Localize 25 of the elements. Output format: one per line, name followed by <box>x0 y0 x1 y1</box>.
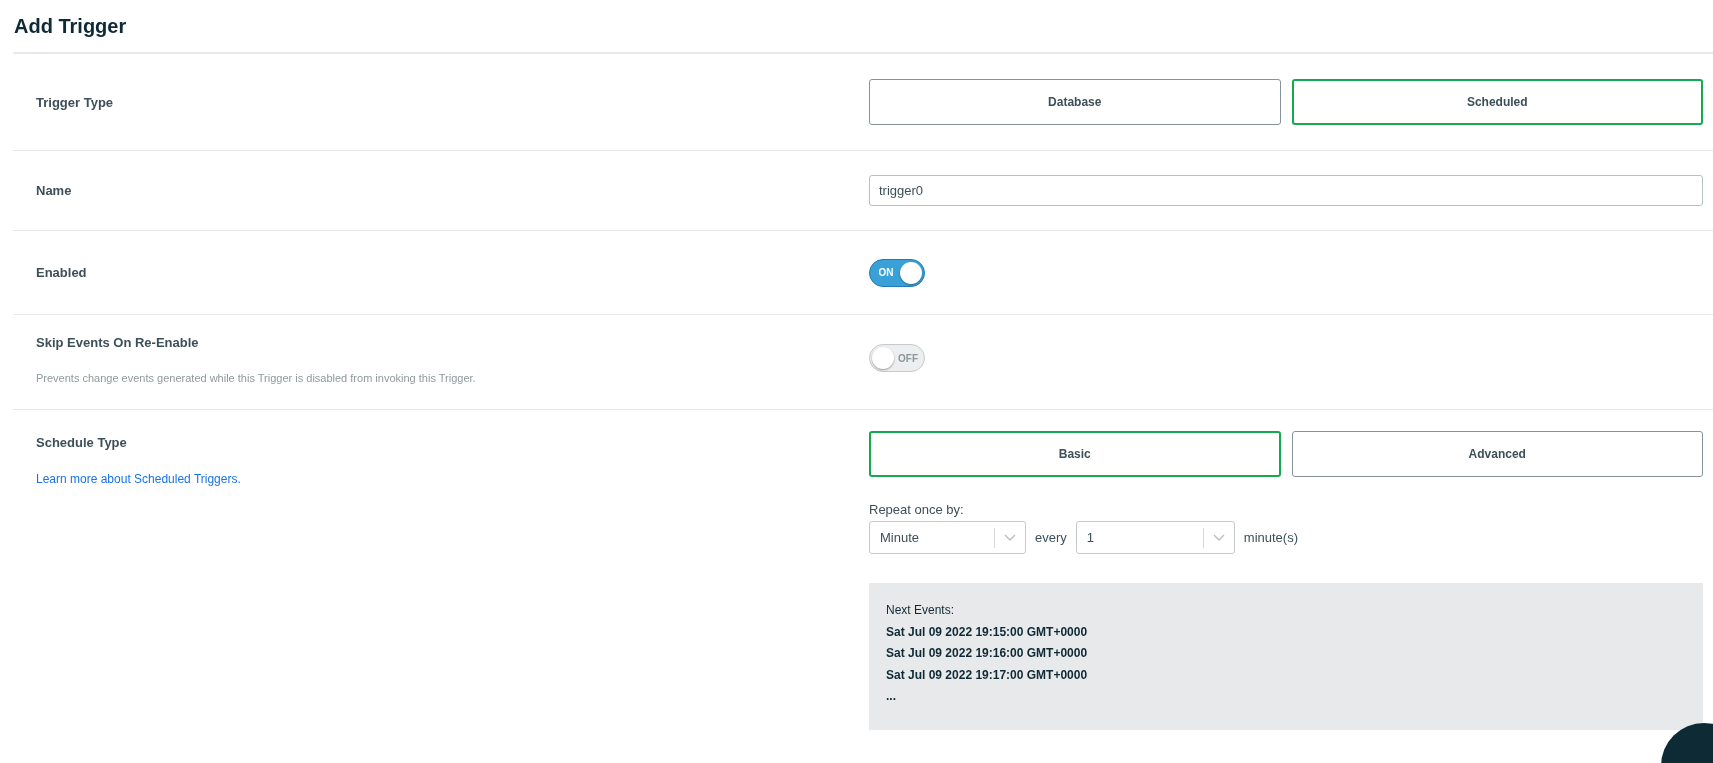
field-label: Schedule Type <box>36 435 128 450</box>
learn-more-link[interactable]: Learn more about Scheduled Triggers. <box>36 472 241 486</box>
unit-label: minute(s) <box>1243 530 1298 545</box>
schedule-type-option[interactable]: Advanced <box>1291 431 1703 477</box>
every-label: every <box>1035 530 1067 545</box>
trigger-type-option[interactable]: Scheduled <box>1291 79 1703 125</box>
field-label: Name <box>36 183 73 198</box>
trigger-type-option[interactable]: Database <box>869 79 1281 125</box>
field-label: Enabled <box>36 265 88 280</box>
schedule-type-option[interactable]: Basic <box>869 431 1281 477</box>
next-events-label: Next Events: <box>886 602 956 619</box>
repeat-label: Repeat once by: <box>869 502 965 517</box>
page-title: Add Trigger <box>13 0 1713 54</box>
field-description: Prevents change events generated while this Trigger is disabled from invoking this Trigger. <box>36 372 477 384</box>
name-input[interactable]: trigger0 <box>869 175 1703 206</box>
chevron-down-icon <box>1212 533 1225 542</box>
field-label: Trigger Type <box>36 94 115 110</box>
event-time: Sat Jul 09 2022 19:17:00 GMT+0000 <box>886 666 1089 684</box>
dropdown[interactable]: Minute <box>869 521 1026 554</box>
chevron-down-icon <box>1004 533 1016 542</box>
event-time: Sat Jul 09 2022 19:15:00 GMT+0000 <box>886 623 1089 641</box>
event-time: Sat Jul 09 2022 19:16:00 GMT+0000 <box>886 645 1089 662</box>
field-label: Skip Events On Re-Enable <box>36 335 200 350</box>
dropdown[interactable]: 1 <box>1075 521 1235 554</box>
more-ellipsis: ... <box>886 688 897 705</box>
